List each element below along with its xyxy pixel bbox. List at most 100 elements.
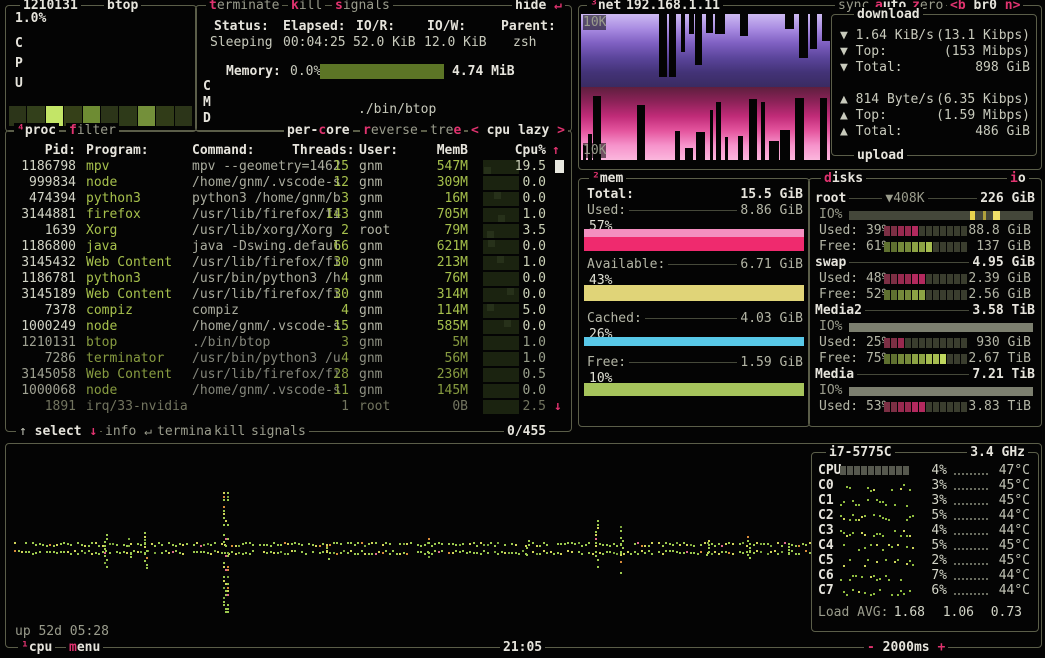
disk-used-value: 930 GiB (967, 335, 1031, 350)
memory-graph (320, 64, 444, 79)
proc-threads: 2 (292, 223, 349, 238)
proc-mem: 16M (408, 191, 468, 206)
proc-pid: 3145432 (10, 255, 76, 270)
process-row[interactable]: 3145189Web Content/usr/lib/firefox/fi30g… (8, 287, 548, 303)
proc-threads: 12 (292, 175, 349, 190)
interface-selector[interactable]: <b br0 n> (947, 0, 1023, 13)
proc-pid: 1000249 (10, 319, 76, 334)
selected-cpu-pct: 1.0% (15, 11, 46, 26)
load-avg-value: 0.73 (982, 605, 1022, 620)
sort-direction-icon[interactable]: ↑ (552, 143, 560, 158)
proc-threads: 4 (292, 351, 349, 366)
cpu-panel: i7-5775C 3.4 GHz CPU4%47°CC03%45°CC13%45… (5, 443, 1042, 648)
proc-program: python3 (86, 271, 141, 286)
disk-free-label: Free: 52% (819, 287, 889, 302)
scroll-more-icon: ↓ (554, 399, 562, 414)
process-row[interactable]: 7286terminator/usr/bin/python3 /u4gnm56M… (8, 351, 548, 367)
mem-stat-label: Available: (587, 257, 665, 272)
net-stat-label: ▼ 1.64 KiB/s (840, 28, 934, 43)
proc-panel-title: ⁴proc (14, 123, 59, 138)
per-core-toggle[interactable]: per-core (284, 123, 353, 138)
proc-column-header-user[interactable]: User: (359, 143, 398, 158)
memory-pct: 0.0% (290, 64, 321, 79)
disks-io-mode-toggle[interactable]: io (1007, 171, 1029, 186)
process-row[interactable]: 1210131btop./bin/btop3gnm5M1.0 (8, 335, 548, 351)
disk-rule (849, 262, 969, 263)
process-row[interactable]: 1891irq/33-nvidia1root0B2.5 (8, 399, 548, 415)
process-details-panel: terminate kill signals hide ↵ Memory: 0.… (195, 5, 572, 132)
proc-column-header-command[interactable]: Command: (192, 143, 255, 158)
disks-panel-title: disks (821, 171, 866, 186)
process-row[interactable]: 3144881firefox/usr/lib/firefox/fi143gnm7… (8, 207, 548, 223)
proc-cpu-pct: 0.0 (502, 287, 546, 302)
proc-cpu-pct: 0.0 (502, 319, 546, 334)
core-temp: 44°C (992, 508, 1030, 523)
net-stat-value: 898 GiB (975, 60, 1030, 75)
disk-used-meter (884, 338, 968, 348)
signals-button[interactable]: signals (332, 0, 393, 13)
proc-pid: 1186781 (10, 271, 76, 286)
net-stat-label: ▲ Top: (840, 108, 887, 123)
proc-column-header-threads[interactable]: Threads: (292, 143, 349, 158)
reverse-toggle[interactable]: reverse (360, 123, 421, 138)
increase-refresh-button[interactable]: + (937, 640, 945, 655)
cpu-tab[interactable]: ¹cpu (18, 640, 55, 655)
process-row[interactable]: 1639Xorg/usr/lib/xorg/Xorg2root79M3.5 (8, 223, 548, 239)
decrease-refresh-button[interactable]: - (867, 640, 875, 655)
proc-user: root (359, 223, 390, 238)
process-row[interactable]: 474394python3python3 /home/gnm/b3gnm16M0… (8, 191, 548, 207)
net-stats-panel: download upload ▼ 1.64 KiB/s(13.1 Kibps)… (831, 14, 1037, 156)
proc-mem: 314M (408, 287, 468, 302)
proc-threads: 66 (292, 239, 349, 254)
network-panel: 10K 10K ³net 192.168.1.11 sync auto zero… (578, 5, 1042, 170)
proc-column-header-program[interactable]: Program: (86, 143, 149, 158)
core-temp: 44°C (992, 568, 1030, 583)
terminate-button[interactable]: terminate (206, 0, 282, 13)
process-row[interactable]: 1186800javajava -Dswing.defaul66gnm621M0… (8, 239, 548, 255)
core-label: CPU (818, 463, 841, 478)
io-tick (983, 211, 986, 220)
mem-panel-title: ²mem (589, 171, 626, 186)
kill-button[interactable]: kill (288, 0, 325, 13)
menu-button[interactable]: menu (66, 640, 103, 655)
process-row[interactable]: 999834node/home/gnm/.vscode-s12gnm309M0.… (8, 175, 548, 191)
detail-field-value: 12.0 KiB (424, 35, 487, 50)
sort-column-selector[interactable]: < cpu lazy > (468, 123, 568, 138)
process-row[interactable]: 1186781python3/usr/bin/python3 /h4gnm76M… (8, 271, 548, 287)
tree-toggle[interactable]: tree (427, 123, 464, 138)
proc-column-header-pid[interactable]: Pid: (10, 143, 76, 158)
process-row[interactable]: 3145058Web Content/usr/lib/firefox/fi28g… (8, 367, 548, 383)
disk-used-value: 3.83 TiB (967, 399, 1031, 414)
scrollbar-thumb[interactable] (555, 160, 564, 173)
disk-free-meter (884, 290, 968, 300)
proc-column-header-memb[interactable]: MemB (408, 143, 468, 158)
signals-footer-button[interactable]: signals (248, 424, 309, 439)
process-row[interactable]: 1186798mpvmpv --geometry=146215gnm547M19… (8, 159, 548, 175)
net-upload-row: ▲ Top:(1.59 Mibps) (840, 108, 1030, 123)
disk-io-label: IO% (819, 383, 842, 398)
disk-name: root (815, 191, 846, 206)
proc-cpu-pct: 0.0 (502, 383, 546, 398)
process-count: 0/455 (504, 424, 549, 439)
disk-free-value: 137 GiB (967, 239, 1031, 254)
process-row[interactable]: 1000068node/home/gnm/.vscode-s11gnm145M0… (8, 383, 548, 399)
process-row[interactable]: 7378compizcompiz4gnm114M5.0 (8, 303, 548, 319)
kill-footer-button[interactable]: kill (211, 424, 248, 439)
proc-program: Web Content (86, 287, 172, 302)
load-avg-label: Load AVG: (818, 605, 888, 620)
core-temp-graph (954, 533, 990, 535)
select-control[interactable]: ↑ select ↓ (16, 424, 100, 439)
net-panel-title: ³net (587, 0, 624, 13)
proc-mem: 547M (408, 159, 468, 174)
filter-button[interactable]: filter (66, 123, 119, 138)
proc-mem: 76M (408, 271, 468, 286)
core-temp: 47°C (992, 463, 1030, 478)
process-row[interactable]: 3145432Web Content/usr/lib/firefox/fi30g… (8, 255, 548, 271)
process-row[interactable]: 1000249node/home/gnm/.vscode-s15gnm585M0… (8, 319, 548, 335)
proc-column-header-cpu[interactable]: Cpu% (502, 143, 546, 158)
info-button[interactable]: info ↵ (102, 424, 155, 439)
hide-button[interactable]: hide ↵ (512, 0, 565, 13)
proc-cpu-pct: 0.5 (502, 367, 546, 382)
mem-stat-label-row: Cached:4.03 GiB (587, 311, 803, 326)
proc-program: mpv (86, 159, 109, 174)
